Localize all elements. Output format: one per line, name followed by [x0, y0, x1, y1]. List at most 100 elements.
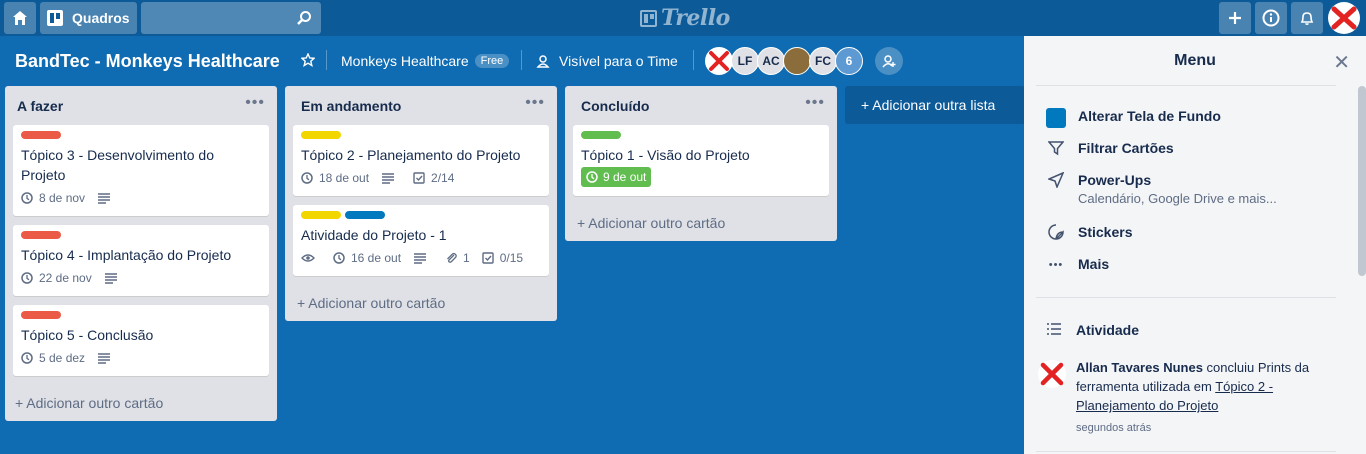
add-card-button[interactable]: + Adicionar outro cartão	[577, 215, 725, 231]
menu-item-stickers[interactable]: Stickers	[1046, 224, 1132, 240]
board-menu-panel: Menu ✕ Alterar Tela de Fundo Filtrar Car…	[1024, 36, 1366, 454]
menu-item-filter[interactable]: Filtrar Cartões	[1046, 140, 1174, 156]
card[interactable]: Tópico 2 - Planejamento do Projeto 18 de…	[293, 125, 549, 196]
plus-icon	[1229, 12, 1241, 24]
checklist-icon	[482, 252, 494, 264]
paperclip-icon	[447, 252, 457, 263]
notifications-button[interactable]	[1291, 2, 1323, 34]
card[interactable]: Tópico 1 - Visão do Projeto 9 de out	[573, 125, 829, 196]
avatar-x-icon	[1331, 6, 1357, 30]
trello-logo[interactable]: Trello	[640, 5, 730, 31]
card-title: Tópico 2 - Planejamento do Projeto	[301, 147, 521, 163]
logo-text: Trello	[661, 5, 730, 31]
member-avatar-photo[interactable]	[783, 47, 811, 75]
divider	[1036, 297, 1336, 298]
member-avatar[interactable]	[705, 47, 733, 75]
list-em-andamento: Em andamento ••• Tópico 2 - Planejamento…	[285, 86, 557, 321]
divider	[693, 50, 694, 70]
list-menu-icon[interactable]: •••	[805, 94, 825, 112]
clock-icon	[21, 192, 33, 204]
scrollbar[interactable]	[1358, 86, 1366, 276]
menu-item-background[interactable]: Alterar Tela de Fundo	[1046, 108, 1221, 128]
team-button[interactable]: Monkeys Healthcare Free	[341, 53, 510, 69]
list-title[interactable]: Em andamento	[301, 98, 401, 114]
card-title: Tópico 1 - Visão do Projeto	[581, 147, 750, 163]
menu-item-more[interactable]: ••• Mais	[1046, 256, 1109, 274]
menu-item-power-ups[interactable]: Power-Ups Calendário, Google Drive e mai…	[1046, 172, 1277, 206]
card[interactable]: Tópico 4 - Implantação do Projeto 22 de …	[13, 225, 269, 296]
divider	[1036, 85, 1336, 86]
card-label-red[interactable]	[21, 131, 61, 139]
divider	[326, 50, 327, 70]
board-header: BandTec - Monkeys Healthcare Monkeys Hea…	[0, 36, 1024, 86]
list-title[interactable]: A fazer	[17, 98, 63, 114]
description-icon	[413, 252, 433, 264]
card-label-yellow[interactable]	[301, 211, 341, 219]
activity-user[interactable]: Allan Tavares Nunes	[1076, 360, 1203, 375]
list-menu-icon[interactable]: •••	[245, 94, 265, 112]
card[interactable]: Tópico 5 - Conclusão 5 de dez	[13, 305, 269, 376]
due-date-badge: 22 de nov	[21, 271, 92, 285]
close-icon[interactable]: ✕	[1333, 50, 1350, 75]
member-count-badge[interactable]: 6	[835, 47, 863, 75]
card-label-blue[interactable]	[345, 211, 385, 219]
checklist-icon	[413, 172, 425, 184]
avatar-x-icon	[709, 51, 729, 71]
more-icon: •••	[1048, 259, 1064, 271]
due-date-complete-badge: 9 de out	[581, 167, 652, 187]
description-icon	[97, 192, 117, 204]
search-input[interactable]	[141, 2, 321, 34]
home-button[interactable]	[4, 2, 36, 34]
bell-icon	[1300, 12, 1314, 25]
list-concluido: Concluído ••• Tópico 1 - Visão do Projet…	[565, 86, 837, 241]
card-label-yellow[interactable]	[301, 131, 341, 139]
add-card-button[interactable]: + Adicionar outro cartão	[15, 395, 163, 411]
checklist-badge: 2/14	[413, 171, 454, 185]
due-date: 18 de out	[319, 171, 370, 185]
clock-icon	[333, 252, 345, 264]
card[interactable]: Tópico 3 - Desenvolvimento do Projeto 8 …	[13, 125, 269, 216]
description-icon	[381, 172, 401, 184]
star-button[interactable]	[301, 53, 315, 67]
sticker-icon	[1048, 224, 1064, 240]
add-member-icon	[882, 55, 896, 68]
list-menu-icon[interactable]: •••	[525, 94, 545, 112]
card-label-red[interactable]	[21, 231, 61, 239]
add-card-button[interactable]: + Adicionar outro cartão	[297, 295, 445, 311]
card[interactable]: Atividade do Projeto - 1 16 de out 1 0/1…	[293, 205, 549, 276]
menu-title: Menu	[1174, 52, 1216, 69]
member-avatar[interactable]: LF	[731, 47, 759, 75]
board-title[interactable]: BandTec - Monkeys Healthcare	[15, 51, 280, 72]
activity-header: Atividade	[1044, 322, 1139, 338]
activity-avatar[interactable]	[1038, 360, 1066, 388]
avatar-x-icon	[1040, 362, 1064, 386]
card-label-red[interactable]	[21, 311, 61, 319]
background-swatch-icon	[1046, 108, 1066, 128]
info-button[interactable]	[1255, 2, 1287, 34]
top-bar: Quadros Trello	[0, 0, 1366, 36]
list-title[interactable]: Concluído	[581, 98, 649, 114]
team-visibility-icon	[536, 55, 550, 68]
attachment-badge: 1	[445, 251, 470, 265]
member-avatar[interactable]: FC	[809, 47, 837, 75]
checklist-count: 2/14	[431, 171, 455, 185]
home-icon	[13, 11, 27, 25]
rocket-icon	[1048, 172, 1064, 188]
due-date: 22 de nov	[39, 271, 92, 285]
activity-time: segundos atrás	[1076, 422, 1152, 434]
invite-button[interactable]	[875, 47, 903, 75]
visibility-label: Visível para o Time	[559, 53, 678, 69]
visibility-button[interactable]: Visível para o Time	[536, 53, 678, 69]
clock-icon	[301, 172, 313, 184]
due-date-badge: 8 de nov	[21, 191, 85, 205]
card-label-green[interactable]	[581, 131, 621, 139]
card-title: Tópico 4 - Implantação do Projeto	[21, 247, 232, 263]
attachment-count: 1	[463, 251, 470, 265]
boards-button[interactable]: Quadros	[40, 2, 137, 34]
member-avatar[interactable]: AC	[757, 47, 785, 75]
create-button[interactable]	[1219, 2, 1251, 34]
add-list-button[interactable]: + Adicionar outra lista	[845, 86, 1025, 124]
description-icon	[104, 272, 124, 284]
clock-icon	[586, 171, 598, 183]
user-avatar[interactable]	[1328, 2, 1360, 34]
